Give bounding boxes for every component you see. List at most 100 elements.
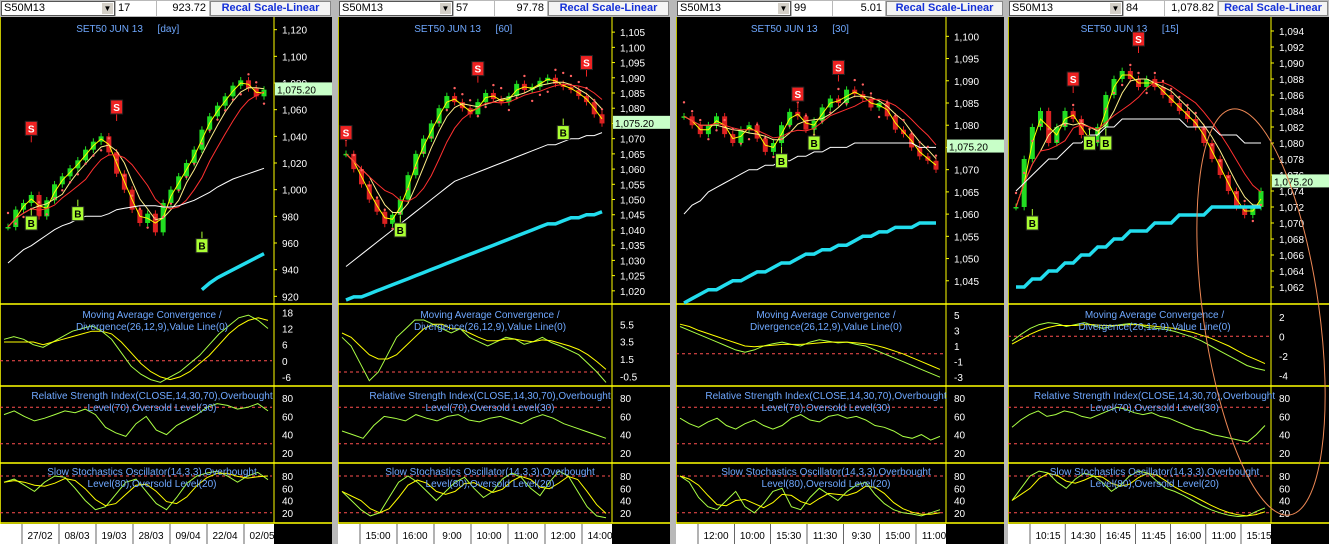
price-tick-label: 1,055 bbox=[954, 232, 979, 243]
price-tick-label: 1,090 bbox=[954, 77, 979, 88]
psar-dot bbox=[161, 215, 165, 219]
macd-label-line2: Divergence(26,12,9),Value Line(0) bbox=[76, 322, 228, 333]
psar-dot bbox=[255, 81, 258, 84]
psar-dot bbox=[894, 114, 897, 117]
psar-dot bbox=[723, 118, 726, 122]
psar-dot bbox=[515, 96, 518, 100]
psar-dot bbox=[554, 68, 557, 72]
psar-dot bbox=[788, 124, 791, 128]
psar-dot bbox=[829, 111, 832, 114]
macd-tick-label: 5.5 bbox=[620, 320, 634, 331]
stochastics-label-line1: Slow Stochastics Oscillator(14,3,3),Over… bbox=[721, 467, 931, 478]
last-price-label: 1,075.20 bbox=[1274, 177, 1313, 188]
bar-count-field[interactable]: 57 bbox=[454, 1, 494, 16]
last-price-label: 1,075.20 bbox=[615, 119, 654, 130]
rsi-tick-label: 20 bbox=[954, 449, 966, 460]
price-tick-label: 1,082 bbox=[1279, 123, 1304, 134]
time-tick-label: 15:00 bbox=[885, 531, 910, 542]
recal-scale-button[interactable]: Recal Scale-Linear bbox=[210, 1, 331, 16]
psar-dot bbox=[437, 121, 441, 124]
panel-header: S50M13 ▼ 17 923.72 Recal Scale-Linear bbox=[0, 0, 332, 17]
buy-marker-label: B bbox=[28, 219, 35, 230]
stochastics-tick-label: 40 bbox=[620, 497, 632, 508]
psar-dot bbox=[192, 162, 196, 165]
price-tick-label: 1,080 bbox=[1279, 139, 1304, 150]
stochastics-tick-label: 80 bbox=[282, 472, 294, 483]
recal-scale-button[interactable]: Recal Scale-Linear bbox=[548, 1, 669, 16]
price-tick-label: 960 bbox=[282, 239, 299, 250]
psar-dot bbox=[45, 213, 48, 216]
psar-dot bbox=[6, 211, 10, 215]
psar-dot bbox=[14, 222, 17, 225]
psar-dot bbox=[926, 145, 930, 148]
chart-title: SET50 JUN 13 [day] bbox=[76, 24, 179, 35]
time-tick-label: 14:30 bbox=[1071, 531, 1096, 542]
chevron-down-icon[interactable]: ▼ bbox=[1110, 3, 1121, 14]
last-price-label: 1,075.20 bbox=[949, 143, 988, 154]
symbol-select[interactable]: S50M13 ▼ bbox=[677, 1, 791, 16]
time-tick-label: 15:30 bbox=[776, 531, 801, 542]
recal-scale-button[interactable]: Recal Scale-Linear bbox=[886, 1, 1003, 16]
time-tick-label: 28/03 bbox=[138, 531, 163, 542]
macd-label-line2: Divergence(26,12,9),Value Line(0) bbox=[750, 322, 902, 333]
psar-dot bbox=[764, 136, 767, 140]
rsi-tick-label: 80 bbox=[620, 394, 632, 405]
price-tick-label: 1,088 bbox=[1279, 75, 1304, 86]
price-tick-label: 1,092 bbox=[1279, 43, 1304, 54]
chevron-down-icon[interactable]: ▼ bbox=[440, 3, 451, 14]
macd-tick-label: 3.5 bbox=[620, 338, 634, 349]
psar-dot bbox=[1031, 139, 1034, 143]
rsi-tick-label: 60 bbox=[1279, 412, 1291, 423]
psar-dot bbox=[216, 118, 219, 121]
sell-marker-label: S bbox=[475, 65, 482, 76]
psar-dot bbox=[804, 114, 808, 117]
price-tick-label: 1,105 bbox=[620, 28, 645, 39]
rsi-tick-label: 80 bbox=[1279, 394, 1291, 405]
psar-dot bbox=[780, 138, 783, 141]
chevron-down-icon[interactable]: ▼ bbox=[778, 3, 789, 14]
psar-dot bbox=[1129, 63, 1132, 67]
psar-dot bbox=[739, 142, 743, 145]
psar-dot bbox=[68, 181, 72, 184]
price-tick-label: 1,080 bbox=[620, 104, 645, 115]
price-tick-label: 1,070 bbox=[954, 166, 979, 177]
chevron-down-icon[interactable]: ▼ bbox=[102, 3, 113, 14]
psar-dot bbox=[169, 202, 173, 205]
rsi-tick-label: 40 bbox=[620, 431, 632, 442]
macd-tick-label: 3 bbox=[954, 326, 960, 337]
rsi-label-line2: Level(70),Oversold Level(30) bbox=[762, 403, 891, 414]
psar-dot bbox=[690, 110, 694, 113]
symbol-select[interactable]: S50M13 ▼ bbox=[1, 1, 115, 16]
psar-dot bbox=[208, 129, 211, 132]
price-tick-label: 1,050 bbox=[954, 255, 979, 266]
symbol-select[interactable]: S50M13 ▼ bbox=[1009, 1, 1123, 16]
buy-marker-label: B bbox=[198, 242, 205, 253]
sell-marker-label: S bbox=[1070, 75, 1077, 86]
price-tick-label: 1,065 bbox=[954, 188, 979, 199]
chart-title: SET50 JUN 13 [30] bbox=[751, 24, 849, 35]
recal-scale-button[interactable]: Recal Scale-Linear bbox=[1218, 1, 1328, 16]
symbol-select[interactable]: S50M13 ▼ bbox=[339, 1, 453, 16]
time-axis: 10:15 14:30 16:45 11:45 16:00 11:00 15:15 bbox=[1008, 524, 1272, 544]
stochastics-tick-label: 20 bbox=[282, 509, 294, 520]
psar-dot bbox=[37, 201, 41, 204]
psar-dot bbox=[1022, 171, 1026, 175]
chart-title: SET50 JUN 13 [60] bbox=[414, 24, 512, 35]
stochastics-tick-label: 80 bbox=[954, 472, 966, 483]
stochastics-tick-label: 20 bbox=[620, 509, 632, 520]
last-price-tag: 1,075.20 bbox=[1272, 174, 1329, 188]
stochastics-tick-label: 60 bbox=[620, 484, 632, 495]
bar-count-field[interactable]: 17 bbox=[116, 1, 156, 16]
psar-dot bbox=[476, 114, 480, 118]
psar-dot bbox=[247, 73, 250, 76]
price-tick-label: 1,065 bbox=[620, 150, 645, 161]
bar-count-field[interactable]: 84 bbox=[1124, 1, 1164, 16]
psar-dot bbox=[530, 99, 534, 103]
rsi-tick-label: 80 bbox=[954, 394, 966, 405]
buy-marker-label: B bbox=[560, 129, 567, 140]
sell-marker-label: S bbox=[28, 124, 35, 135]
bar-count-field[interactable]: 99 bbox=[792, 1, 832, 16]
psar-dot bbox=[1063, 123, 1067, 127]
rsi-tick-label: 20 bbox=[1279, 449, 1291, 460]
psar-dot bbox=[902, 118, 905, 122]
